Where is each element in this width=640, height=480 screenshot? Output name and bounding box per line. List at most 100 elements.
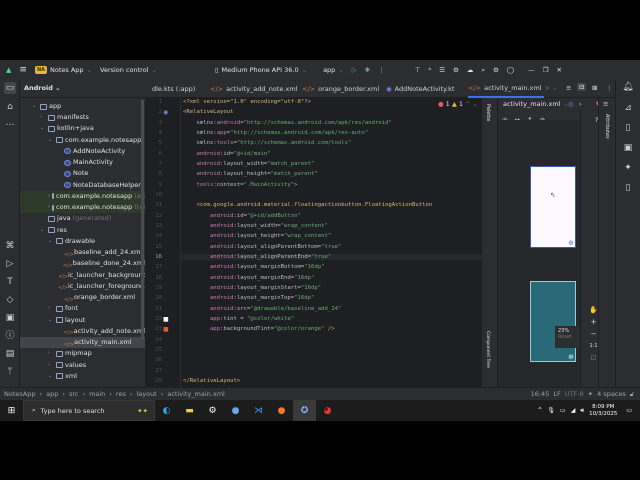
blueprint-preview[interactable]: ⊕ (530, 281, 576, 362)
problems-icon[interactable]: ⓘ (4, 330, 16, 342)
split-view-icon[interactable]: ⊟ (577, 83, 587, 91)
vscode-icon[interactable]: ⋊ (247, 400, 270, 421)
terminal-icon[interactable]: ▤ (4, 348, 16, 360)
windows-start-icon[interactable]: ⊞ (0, 400, 23, 421)
run-icon[interactable]: ▷ (352, 66, 357, 74)
design-preview[interactable]: ⇖ ⊕ (530, 166, 576, 248)
main-menu-icon[interactable]: ≡ (19, 65, 27, 75)
sdk-icon[interactable]: ☁ (467, 66, 474, 74)
tree-item[interactable]: › values (20, 360, 145, 371)
tree-item[interactable]: ⌄ com.example.notesapp (20, 135, 145, 146)
tree-item[interactable]: ⌄ layout (20, 315, 145, 326)
gradle-sync-icon[interactable]: ⊤ (415, 66, 421, 74)
tree-item[interactable]: MainActivity (20, 157, 145, 168)
tree-item[interactable]: ⌄ res (20, 225, 145, 236)
tree-item[interactable]: </> orange_border.xml (20, 292, 145, 303)
account-icon[interactable]: ◯ (507, 66, 514, 74)
breadcrumb-item[interactable]: app (46, 390, 58, 398)
chevron-right-icon[interactable]: › (48, 348, 54, 359)
chevron-down-icon[interactable]: ⌄ (48, 135, 54, 146)
tree-item[interactable]: › manifests (20, 112, 145, 123)
debug-icon[interactable]: ✱ (365, 66, 370, 74)
layout-icon[interactable]: ☰ (439, 66, 445, 74)
fab-blueprint[interactable]: ⊕ (568, 353, 574, 361)
build-icon[interactable]: ⌘ (4, 240, 16, 252)
tree-item[interactable]: java (generated) (20, 213, 145, 224)
gradle-icon[interactable]: ⊿ (622, 102, 634, 114)
chevron-up-icon[interactable]: ^ (537, 407, 542, 414)
code-line[interactable]: android:layout_alignParentBottom="true" (183, 244, 341, 250)
project-scrollbar[interactable] (141, 100, 144, 340)
tree-item[interactable]: </>ic_launcher_background.xml (20, 270, 145, 281)
code-line[interactable]: <RelativeLayout (183, 109, 234, 115)
attributes-tab[interactable]: Attributes (604, 114, 610, 139)
palette-tab[interactable]: Palette (485, 104, 491, 121)
notification-center-icon[interactable]: ▭ (626, 407, 632, 414)
tree-item[interactable]: ›com.example.notesapp(andro (20, 190, 145, 202)
encoding[interactable]: UTF-8 (565, 390, 584, 398)
tabs-dropdown-icon[interactable]: ⌄ (552, 84, 557, 92)
search-icon[interactable]: ⌕ (481, 66, 485, 75)
tab-activity-add-note[interactable]: </> activity_add_note.xml (210, 80, 297, 98)
chevron-down-icon[interactable]: ⌄ (40, 225, 46, 236)
battery-icon[interactable]: ▭ (560, 407, 566, 414)
resource-manager-icon[interactable]: ⌂ (4, 101, 16, 113)
breadcrumb-item[interactable]: res (116, 390, 126, 398)
breadcrumb-item[interactable]: activity_main.xml (167, 390, 225, 398)
run-tool-icon[interactable]: ▷ (4, 258, 16, 270)
translate-icon[interactable]: ᴬ (428, 66, 431, 74)
tree-item[interactable]: › mipmap (20, 348, 145, 359)
code-line[interactable]: xmlns:tools="http://schemas.android.com/… (183, 140, 351, 146)
tree-item[interactable]: </> activity_add_note.xml (20, 326, 145, 337)
breadcrumb-item[interactable]: main (89, 390, 105, 398)
chevron-down-icon[interactable]: ⌄ (48, 236, 54, 247)
tree-item[interactable]: </> baseline_add_24.xml (20, 247, 145, 258)
more-icon[interactable]: ⋮ (378, 66, 385, 74)
tree-item[interactable]: ⌄ xml (20, 371, 145, 382)
breadcrumb-item[interactable]: NotesApp (4, 390, 35, 398)
gemini-status-icon[interactable]: ✦ (588, 390, 593, 398)
tab-activity-main[interactable]: </> activity_main.xml × (468, 80, 550, 98)
chevron-down-icon[interactable]: ⌄ (40, 123, 46, 134)
code-editor[interactable]: <?xml version="1.0" encoding="utf-8"?> <R… (180, 98, 483, 387)
code-line[interactable]: tools:context=".MainActivity"> (183, 182, 297, 188)
device-icon[interactable]: ▣ (4, 312, 16, 324)
volume-icon[interactable]: 🔊︎ (580, 407, 584, 415)
maximize-button[interactable]: ❐ (543, 66, 549, 74)
hamburger-icon[interactable]: ≡ (603, 100, 608, 108)
tree-item[interactable]: </> baseline_done_24.xml (20, 258, 145, 269)
code-line[interactable]: app:backgroundTint="@color/orange" /> (183, 326, 335, 332)
breadcrumb-item[interactable]: src (69, 390, 79, 398)
code-line[interactable]: xmlns:app="http://schemas.android.com/ap… (183, 130, 368, 136)
firefox-icon[interactable]: ● (270, 400, 293, 421)
orientation-icon[interactable]: ◎ (568, 100, 574, 108)
gem-icon[interactable]: ◇ (4, 294, 16, 306)
code-line[interactable]: android:layout_marginTop="16dp" (183, 295, 314, 301)
project-view-selector[interactable]: Android ⌄ (24, 84, 61, 92)
running-devices-icon[interactable]: ▣ (622, 142, 634, 154)
clock[interactable]: 8:09 PM 10/3/2025 (589, 404, 617, 418)
breadcrumb-item[interactable]: layout (136, 390, 156, 398)
design-view-icon[interactable]: ⊠ (592, 84, 597, 92)
code-view-icon[interactable]: ≡ (566, 84, 571, 92)
run-config-selector[interactable]: app ⌄ (323, 66, 344, 74)
chevron-right-icon[interactable]: › (40, 112, 46, 123)
code-line[interactable]: android:id="@+id/addButton" (183, 213, 301, 219)
close-button[interactable]: ✕ (556, 66, 561, 74)
layout-icon[interactable]: ◉ (163, 109, 168, 116)
code-line[interactable]: </RelativeLayout> (183, 378, 240, 384)
fab-preview[interactable]: ⊕ (568, 239, 574, 247)
microphone-icon[interactable]: 🎙︎ (547, 407, 555, 414)
code-line[interactable]: android:src="@drawable/baseline_add_24" (183, 306, 341, 312)
inspection-widget[interactable]: ● 1 ▲ 1 ⌃ ⌄ (438, 100, 478, 108)
code-line[interactable]: android:layout_marginEnd="16dp" (183, 275, 314, 281)
code-line[interactable]: android:layout_height="match_parent" (183, 171, 317, 177)
app-icon[interactable]: ● (224, 400, 247, 421)
code-line[interactable]: android:layout_marginBottom="16dp" (183, 264, 325, 270)
tab-build-gradle[interactable]: dle.kts (:app) (152, 80, 195, 98)
device-manager-icon[interactable]: ▯ (622, 122, 634, 134)
code-line[interactable]: <com.google.android.material.floatingact… (183, 202, 432, 208)
edge-icon[interactable]: ◐ (155, 400, 178, 421)
code-line[interactable]: android:layout_alignParentEnd="true" (181, 253, 483, 260)
tree-item[interactable]: </>ic_launcher_foreground.xml (20, 281, 145, 292)
